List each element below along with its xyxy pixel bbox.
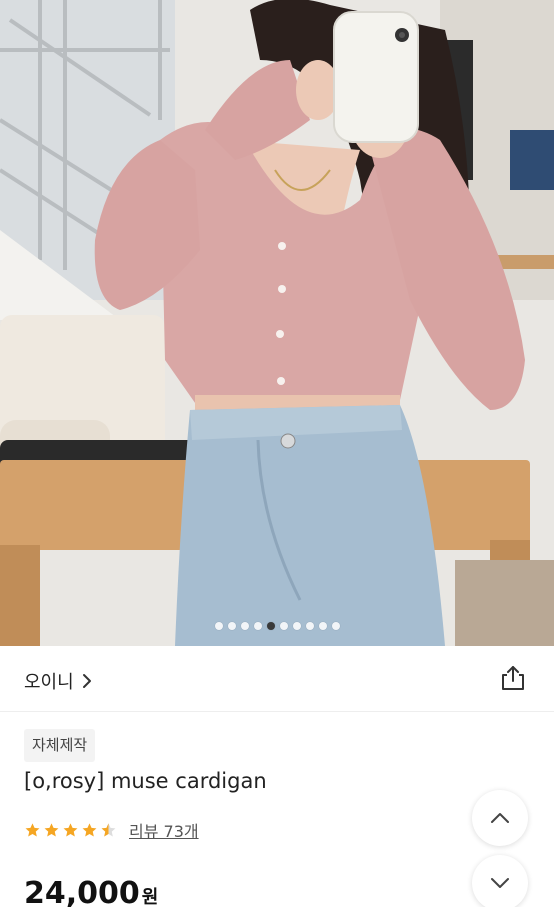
star-icon: [82, 822, 97, 836]
star-icon: [44, 822, 59, 836]
chevron-up-icon: [491, 813, 509, 823]
star-icon: [25, 822, 40, 836]
product-price: 24,000 원: [24, 876, 158, 907]
chevron-right-icon: [82, 674, 91, 688]
star-half-icon: [101, 822, 116, 836]
pagination-dot[interactable]: [318, 622, 327, 630]
pagination-dot-active[interactable]: [266, 622, 275, 630]
image-pagination-dots: [0, 622, 554, 630]
pagination-dot[interactable]: [214, 622, 223, 630]
price-value: 24,000: [24, 876, 140, 907]
chevron-down-icon: [491, 878, 509, 888]
scroll-up-button[interactable]: [472, 790, 528, 846]
star-icon: [63, 822, 78, 836]
pagination-dot[interactable]: [227, 622, 236, 630]
pagination-dot[interactable]: [292, 622, 301, 630]
shop-link[interactable]: 오이니: [24, 668, 92, 694]
shop-name: 오이니: [24, 672, 74, 693]
rating-stars: [24, 822, 117, 839]
rating-row[interactable]: 리뷰 73개: [24, 818, 199, 842]
price-currency: 원: [141, 887, 159, 907]
review-count-link[interactable]: 리뷰 73개: [129, 818, 199, 842]
scroll-down-button[interactable]: [472, 855, 528, 907]
pagination-dot[interactable]: [305, 622, 314, 630]
pagination-dot[interactable]: [253, 622, 262, 630]
pagination-dot[interactable]: [240, 622, 249, 630]
shop-row: 오이니: [0, 646, 554, 712]
share-icon[interactable]: [499, 664, 527, 692]
pagination-dot[interactable]: [279, 622, 288, 630]
product-image[interactable]: [0, 0, 554, 646]
product-title: [o,rosy] muse cardigan: [24, 769, 267, 793]
product-badge: 자체제작: [24, 729, 96, 762]
pagination-dot[interactable]: [331, 622, 340, 630]
